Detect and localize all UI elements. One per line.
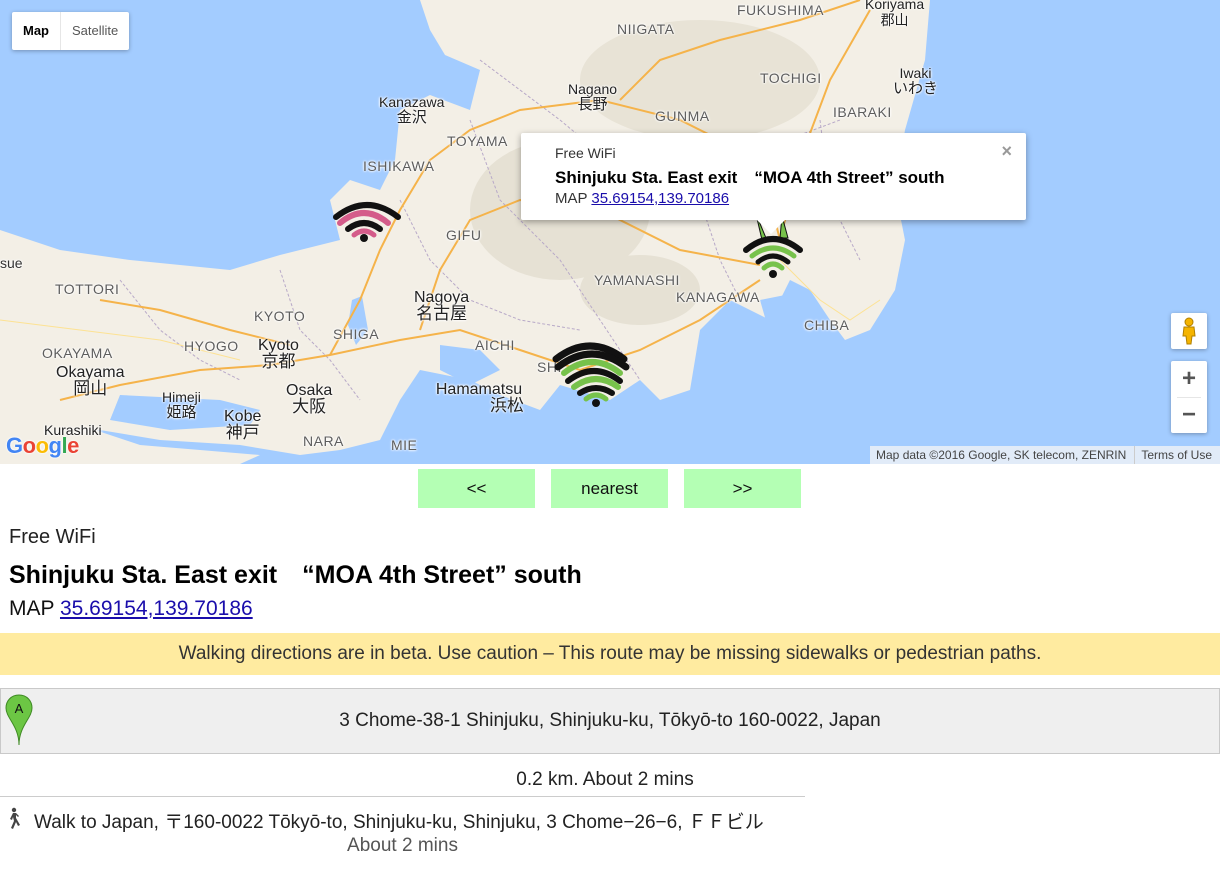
- route-summary-text: 0.2 km. About 2 mins: [516, 769, 694, 790]
- route-summary: 0.2 km. About 2 mins: [0, 763, 805, 797]
- google-logo: Google: [6, 433, 79, 458]
- spot-map-row: MAP 35.69154,139.70186: [9, 597, 582, 621]
- spot-title: Shinjuku Sta. East exit “MOA 4th Street”…: [9, 561, 582, 589]
- label-tochigi: TOCHIGI: [760, 70, 822, 86]
- navigation-bar: << nearest >>: [0, 469, 1220, 508]
- map-attribution: Map data ©2016 Google, SK telecom, ZENRI…: [870, 446, 1220, 464]
- label-hamamatsu: Hamamatsu 浜松: [435, 381, 524, 415]
- info-window-tail: [757, 220, 785, 234]
- marker-a-label: A: [15, 701, 24, 716]
- label-yamanashi: YAMANASHI: [594, 272, 680, 288]
- spot-coords-link[interactable]: 35.69154,139.70186: [60, 597, 253, 620]
- zoom-control: + −: [1171, 361, 1207, 433]
- beta-warning: Walking directions are in beta. Use caut…: [0, 633, 1220, 675]
- street-view-pegman[interactable]: [1171, 313, 1207, 349]
- info-coords-link[interactable]: 35.69154,139.70186: [591, 190, 729, 207]
- label-kyoto-pref: KYOTO: [254, 308, 306, 324]
- marker-a-icon: A: [5, 694, 33, 746]
- label-kyoto-city: Kyoto 京都: [258, 337, 299, 371]
- map-data-credit: Map data ©2016 Google, SK telecom, ZENRI…: [876, 448, 1127, 462]
- prev-button[interactable]: <<: [418, 469, 535, 508]
- wifi-marker-pink[interactable]: [330, 193, 404, 243]
- pegman-icon: [1182, 317, 1196, 345]
- label-ibaraki: IBARAKI: [833, 104, 892, 120]
- label-kobe: Kobe 神戸: [224, 408, 262, 442]
- label-nagano: Nagano 長野: [568, 81, 618, 113]
- step-instruction: Walk to Japan, 〒160-0022 Tōkyō-to, Shinj…: [34, 812, 764, 833]
- map-type-control: Map Satellite: [12, 12, 130, 50]
- label-fukushima: FUKUSHIMA: [737, 2, 824, 18]
- label-shiga: SHIGA: [333, 326, 380, 342]
- label-koriyama: Koriyama 郡山: [865, 0, 925, 28]
- info-window: Free WiFi Shinjuku Sta. East exit “MOA 4…: [521, 133, 1026, 234]
- label-niigata: NIIGATA: [617, 21, 675, 37]
- walking-icon: [10, 807, 20, 829]
- label-gifu: GIFU: [446, 227, 482, 243]
- label-kanazawa: Kanazawa 金沢: [379, 94, 445, 126]
- spot-detail: Free WiFi Shinjuku Sta. East exit “MOA 4…: [9, 526, 582, 621]
- spot-category: Free WiFi: [9, 526, 96, 548]
- label-nagoya: Nagoya 名古屋: [414, 289, 470, 323]
- info-map-prefix: MAP: [555, 190, 588, 207]
- label-osaka: Osaka 大阪: [286, 382, 333, 416]
- map-type-map-button[interactable]: Map: [12, 12, 61, 50]
- label-aichi: AICHI: [475, 337, 515, 353]
- nearest-button[interactable]: nearest: [551, 469, 668, 508]
- info-category: Free WiFi: [555, 145, 616, 161]
- label-tottori: TOTTORI: [55, 281, 120, 297]
- wifi-marker-cluster[interactable]: [552, 333, 632, 409]
- zoom-divider: [1177, 397, 1201, 398]
- label-mie: MIE: [391, 437, 418, 453]
- label-himeji: Himeji 姫路: [162, 389, 201, 421]
- label-hyogo: HYOGO: [184, 338, 239, 354]
- zoom-out-button[interactable]: −: [1171, 397, 1207, 433]
- map-canvas[interactable]: FUKUSHIMA Koriyama 郡山 NIIGATA Nagano 長野 TO…: [0, 0, 1220, 464]
- label-gunma: GUNMA: [655, 108, 710, 124]
- map-type-satellite-button[interactable]: Satellite: [61, 12, 129, 50]
- label-sue: sue: [0, 255, 23, 271]
- step-duration: About 2 mins: [347, 835, 458, 856]
- label-okayama-pref: OKAYAMA: [42, 345, 113, 361]
- label-toyama: TOYAMA: [447, 133, 508, 149]
- label-okayama-city: Okayama 岡山: [56, 364, 125, 398]
- terms-of-use-link[interactable]: Terms of Use: [1134, 446, 1220, 464]
- info-title: Shinjuku Sta. East exit “MOA 4th Street”…: [555, 168, 945, 187]
- zoom-in-button[interactable]: +: [1171, 361, 1207, 397]
- info-close-icon[interactable]: ×: [1001, 141, 1012, 162]
- start-address-row[interactable]: A 3 Chome-38-1 Shinjuku, Shinjuku-ku, Tō…: [0, 688, 1220, 754]
- info-map-row: MAP 35.69154,139.70186: [555, 190, 1026, 207]
- spot-map-prefix: MAP: [9, 597, 55, 620]
- label-kanagawa: KANAGAWA: [676, 289, 760, 305]
- label-ishikawa: ISHIKAWA: [363, 158, 435, 174]
- start-address: 3 Chome-38-1 Shinjuku, Shinjuku-ku, Tōky…: [339, 710, 881, 731]
- next-button[interactable]: >>: [684, 469, 801, 508]
- label-chiba: CHIBA: [804, 317, 850, 333]
- label-iwaki: Iwaki いわき: [893, 65, 939, 97]
- label-nara: NARA: [303, 433, 344, 449]
